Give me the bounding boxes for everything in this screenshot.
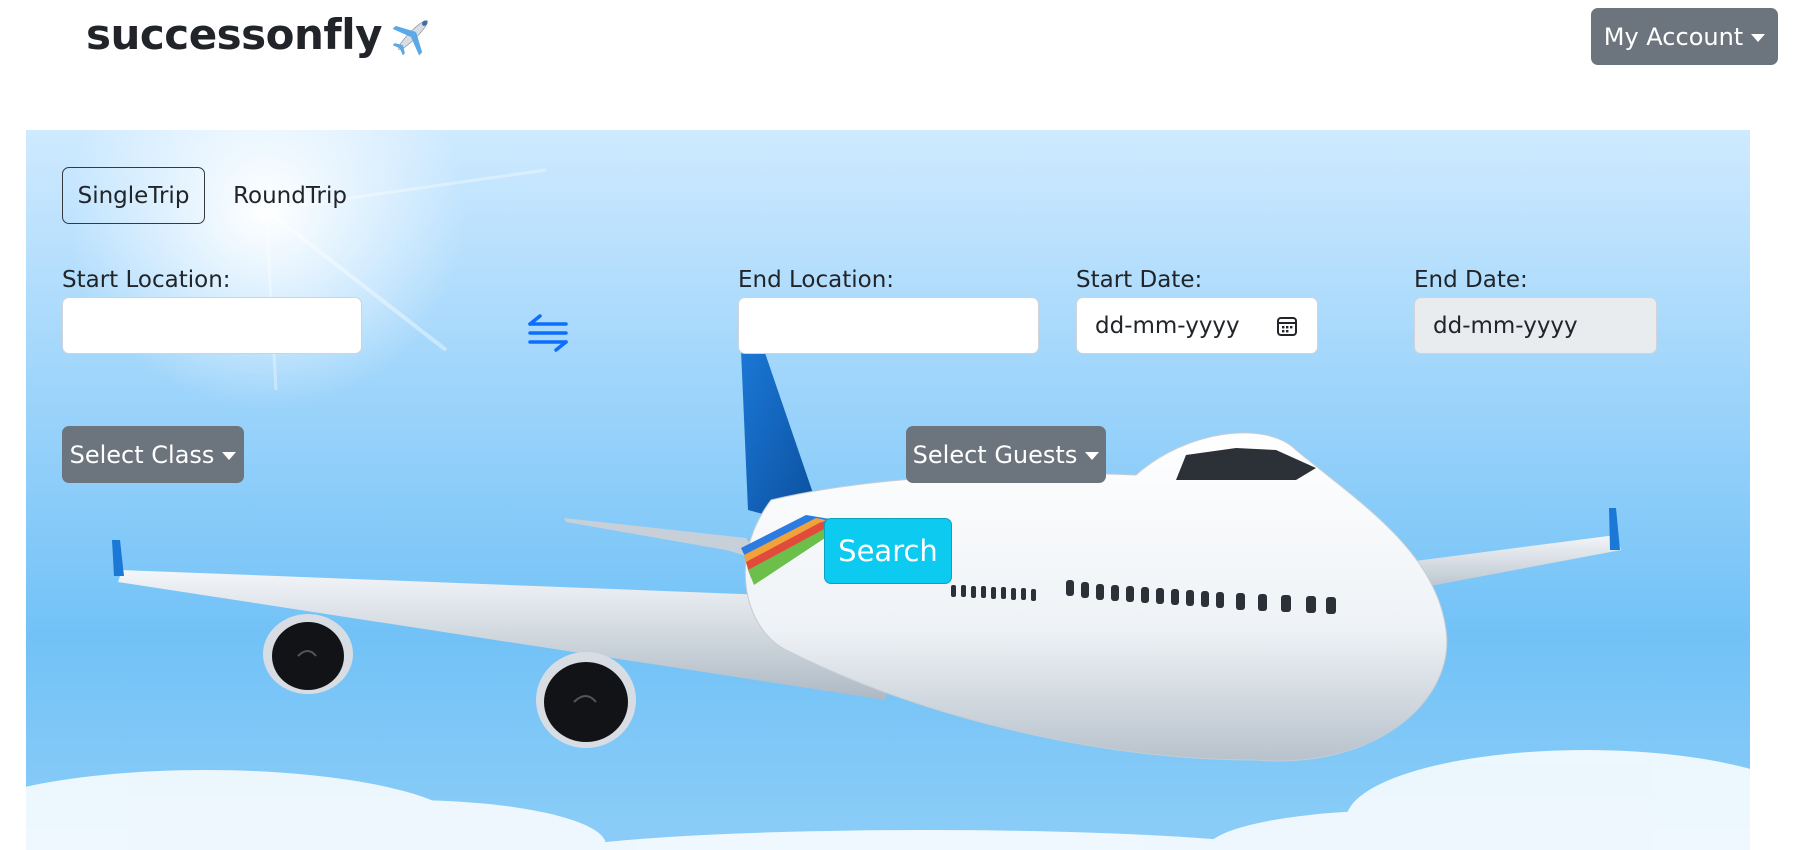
airplane-icon — [392, 19, 428, 55]
select-class-dropdown[interactable]: Select Class — [62, 426, 244, 483]
start-location-label: Start Location: — [62, 267, 231, 293]
calendar-icon[interactable] — [1275, 314, 1299, 338]
start-location-input[interactable] — [62, 297, 362, 354]
select-guests-dropdown[interactable]: Select Guests — [906, 426, 1106, 483]
swap-arrows-icon[interactable] — [526, 308, 572, 354]
brand-name: successonfly — [86, 10, 382, 59]
chevron-down-icon — [1085, 451, 1100, 460]
tab-single-trip[interactable]: SingleTrip — [62, 167, 205, 224]
tab-round-trip[interactable]: RoundTrip — [215, 167, 365, 224]
select-guests-label: Select Guests — [912, 440, 1078, 469]
end-date-label: End Date: — [1414, 267, 1528, 293]
start-date-input[interactable]: dd-mm-yyyy — [1076, 297, 1318, 354]
start-date-label: Start Date: — [1076, 267, 1203, 293]
end-location-input[interactable] — [738, 297, 1039, 354]
airplane-illustration — [26, 130, 1750, 850]
search-button[interactable]: Search — [824, 518, 952, 584]
end-date-value: dd-mm-yyyy — [1433, 312, 1578, 339]
chevron-down-icon — [222, 451, 237, 460]
search-hero: SingleTrip RoundTrip Start Location: End… — [26, 130, 1750, 850]
end-location-label: End Location: — [738, 267, 895, 293]
my-account-dropdown[interactable]: My Account — [1591, 8, 1778, 65]
trip-type-tabs: SingleTrip RoundTrip — [62, 167, 365, 224]
chevron-down-icon — [1751, 33, 1766, 42]
end-date-input: dd-mm-yyyy — [1414, 297, 1657, 354]
start-date-value: dd-mm-yyyy — [1095, 312, 1240, 339]
brand-logo[interactable]: successonfly — [86, 10, 436, 59]
my-account-label: My Account — [1603, 22, 1744, 51]
select-class-label: Select Class — [69, 440, 215, 469]
